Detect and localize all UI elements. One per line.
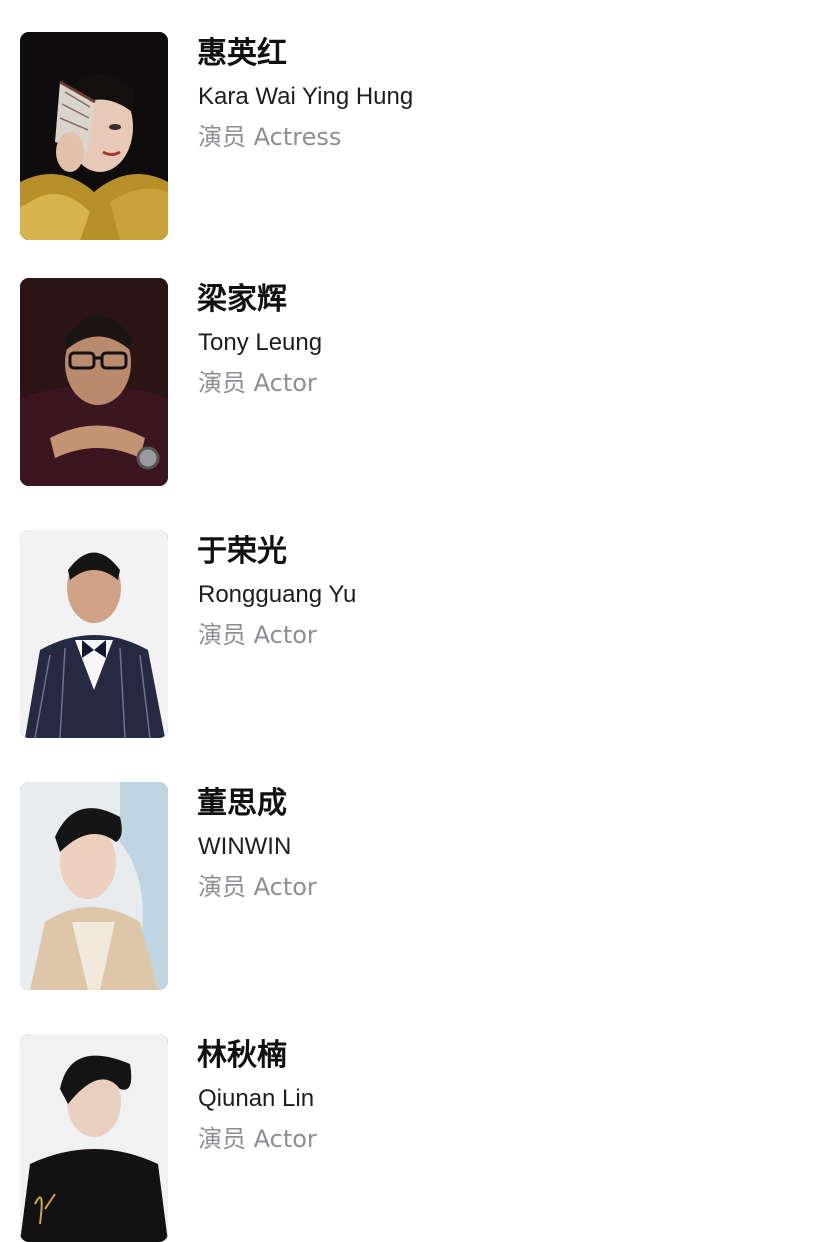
cast-list: 惠英红 Kara Wai Ying Hung 演员 Actress 梁家辉 To… <box>0 0 829 1242</box>
cast-photo[interactable] <box>20 1034 168 1242</box>
cast-photo[interactable] <box>20 278 168 486</box>
cast-name-zh: 董思成 <box>197 786 287 821</box>
portrait-image <box>20 32 168 240</box>
cast-name-zh: 林秋楠 <box>197 1038 287 1073</box>
cast-role: 演员 Actor <box>198 873 317 901</box>
cast-name-en: Tony Leung <box>198 329 323 356</box>
cast-name-zh: 梁家辉 <box>197 282 287 317</box>
cast-photo[interactable] <box>20 530 168 738</box>
cast-role: 演员 Actor <box>198 369 317 397</box>
portrait-image <box>20 1034 168 1242</box>
cast-item[interactable]: 梁家辉 Tony Leung 演员 Actor <box>20 278 810 488</box>
cast-name-en: Kara Wai Ying Hung <box>198 83 414 110</box>
cast-name-en: WINWIN <box>198 833 292 860</box>
cast-name-zh: 惠英红 <box>197 36 287 71</box>
portrait-image <box>20 530 168 738</box>
portrait-image <box>20 278 168 486</box>
cast-item[interactable]: 于荣光 Rongguang Yu 演员 Actor <box>20 530 810 740</box>
portrait-image <box>20 782 168 990</box>
cast-item[interactable]: 惠英红 Kara Wai Ying Hung 演员 Actress <box>20 32 810 242</box>
cast-name-en: Qiunan Lin <box>198 1085 315 1112</box>
cast-role: 演员 Actor <box>198 621 317 649</box>
cast-photo[interactable] <box>20 782 168 990</box>
cast-name-zh: 于荣光 <box>197 534 287 569</box>
cast-photo[interactable] <box>20 32 168 240</box>
cast-item[interactable]: 林秋楠 Qiunan Lin 演员 Actor <box>20 1034 810 1242</box>
cast-name-en: Rongguang Yu <box>198 581 357 608</box>
cast-role: 演员 Actress <box>198 123 342 151</box>
cast-item[interactable]: 董思成 WINWIN 演员 Actor <box>20 782 810 992</box>
cast-role: 演员 Actor <box>198 1125 317 1153</box>
